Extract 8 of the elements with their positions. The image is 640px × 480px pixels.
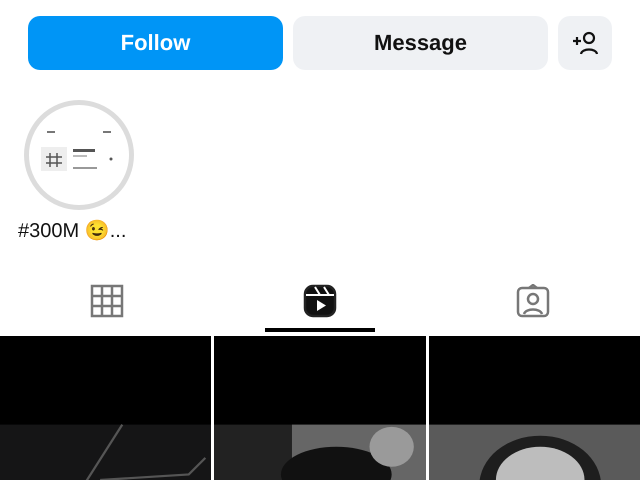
add-person-button[interactable] [558,16,612,70]
grid-icon [90,284,124,318]
message-button[interactable]: Message [293,16,548,70]
reels-icon [302,284,337,318]
tagged-person-icon [516,284,550,318]
highlight-ring[interactable] [24,100,134,210]
highlight-label: #300M 😉... [18,218,126,243]
add-person-icon [571,29,599,57]
